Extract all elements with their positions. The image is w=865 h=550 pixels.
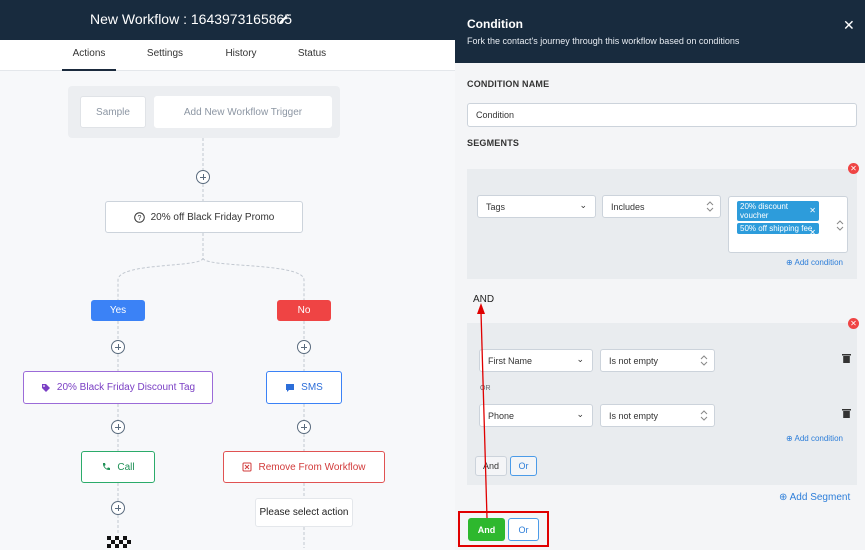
question-circle-icon: ? [133, 211, 145, 223]
add-step-plus-icon[interactable] [297, 420, 311, 434]
chevron-down-icon: ⌄ [576, 354, 584, 364]
tag-icon [41, 383, 51, 393]
chevron-down-icon: ⌄ [576, 409, 584, 419]
no-branch-badge[interactable]: No [277, 300, 331, 321]
finish-flag-icon [107, 536, 131, 548]
remove-chip-icon[interactable]: ✕ [809, 228, 816, 237]
segment2-field2-select[interactable]: Phone ⌄ [479, 404, 593, 427]
condition-name-input[interactable] [467, 103, 857, 127]
add-step-plus-icon[interactable] [196, 170, 210, 184]
svg-text:?: ? [137, 215, 141, 222]
tags-multiselect[interactable]: 20% discount voucher ✕ 50% off shipping … [728, 196, 848, 253]
trigger-area: Sample Add New Workflow Trigger [68, 86, 340, 138]
segment2-operator1-select[interactable]: Is not empty [600, 349, 715, 372]
segment-or-button[interactable]: Or [510, 456, 537, 476]
call-action-label: Call [117, 461, 135, 473]
segment1-field-select[interactable]: Tags ⌄ [477, 195, 596, 218]
trash-icon[interactable] [842, 353, 851, 363]
add-step-plus-icon[interactable] [111, 501, 125, 515]
trash-icon[interactable] [842, 408, 851, 418]
phone-icon [101, 462, 111, 472]
segments-label: SEGMENTS [467, 138, 520, 148]
add-step-plus-icon[interactable] [111, 340, 125, 354]
segment2-field2-value: Phone [488, 410, 515, 421]
segment-and-button[interactable]: And [475, 456, 507, 476]
call-action-node[interactable]: Call [81, 451, 155, 483]
segment2-field1-select[interactable]: First Name ⌄ [479, 349, 593, 372]
workflow-builder: New Workflow : 1643973165865 Actions Set… [0, 0, 455, 550]
plus-circle-icon: ⊕ [786, 434, 793, 443]
add-segment-label: Add Segment [789, 492, 851, 503]
chat-bubble-icon [285, 383, 295, 393]
remove-icon [242, 462, 252, 472]
plus-circle-icon: ⊕ [779, 492, 788, 503]
tag-action-label: 20% Black Friday Discount Tag [56, 382, 196, 393]
chevron-down-icon: ⌄ [579, 200, 587, 210]
add-condition-link[interactable]: ⊕ Add condition [786, 258, 843, 267]
tag-chip-label: 20% discount voucher [740, 202, 789, 220]
remove-action-node[interactable]: Remove From Workflow [223, 451, 385, 483]
add-condition-label: Add condition [794, 434, 843, 443]
tag-chip: 50% off shipping fee ✕ [737, 223, 819, 237]
delete-segment-icon[interactable]: ✕ [848, 318, 859, 329]
updown-arrows-icon [836, 220, 844, 231]
updown-arrows-icon [700, 355, 708, 366]
yes-branch-badge[interactable]: Yes [91, 300, 145, 321]
remove-action-label: Remove From Workflow [258, 461, 366, 473]
updown-arrows-icon [700, 410, 708, 421]
segment2-operator2-select[interactable]: Is not empty [600, 404, 715, 427]
close-icon[interactable]: ✕ [843, 17, 855, 34]
panel-header: Condition Fork the contact's journey thr… [455, 0, 865, 63]
or-separator: OR [480, 385, 491, 392]
add-segment-link[interactable]: ⊕ Add Segment [779, 492, 850, 503]
condition-node[interactable]: ? 20% off Black Friday Promo [105, 201, 303, 233]
remove-chip-icon[interactable]: ✕ [809, 206, 816, 215]
condition-name-label: CONDITION NAME [467, 79, 550, 89]
segment2-operator2-value: Is not empty [609, 410, 659, 421]
sms-action-label: SMS [301, 382, 323, 393]
segment1-operator-select[interactable]: Includes [602, 195, 721, 218]
tag-action-node[interactable]: 20% Black Friday Discount Tag [23, 371, 213, 404]
add-condition-link[interactable]: ⊕ Add condition [786, 434, 843, 443]
add-trigger-button[interactable]: Add New Workflow Trigger [154, 96, 332, 128]
add-step-plus-icon[interactable] [111, 420, 125, 434]
select-action-placeholder[interactable]: Please select action [255, 498, 353, 527]
condition-node-label: 20% off Black Friday Promo [150, 211, 275, 223]
delete-segment-icon[interactable]: ✕ [848, 163, 859, 174]
panel-title: Condition [467, 17, 523, 31]
highlight-annotation-box [458, 511, 549, 547]
add-condition-label: Add condition [794, 258, 843, 267]
sms-action-node[interactable]: SMS [266, 371, 342, 404]
tag-chip: 20% discount voucher ✕ [737, 201, 819, 221]
tag-chip-label: 50% off shipping fee [740, 224, 813, 233]
panel-subtitle: Fork the contact's journey through this … [467, 36, 740, 46]
sample-trigger-button[interactable]: Sample [80, 96, 146, 128]
segment-joiner: AND [473, 294, 495, 305]
add-step-plus-icon[interactable] [297, 340, 311, 354]
updown-arrows-icon [706, 201, 714, 212]
segment1-field-value: Tags [486, 201, 506, 212]
segment2-operator1-value: Is not empty [609, 355, 659, 366]
plus-circle-icon: ⊕ [786, 258, 793, 267]
segment2-field1-value: First Name [488, 355, 533, 366]
segment1-operator-value: Includes [611, 201, 645, 212]
